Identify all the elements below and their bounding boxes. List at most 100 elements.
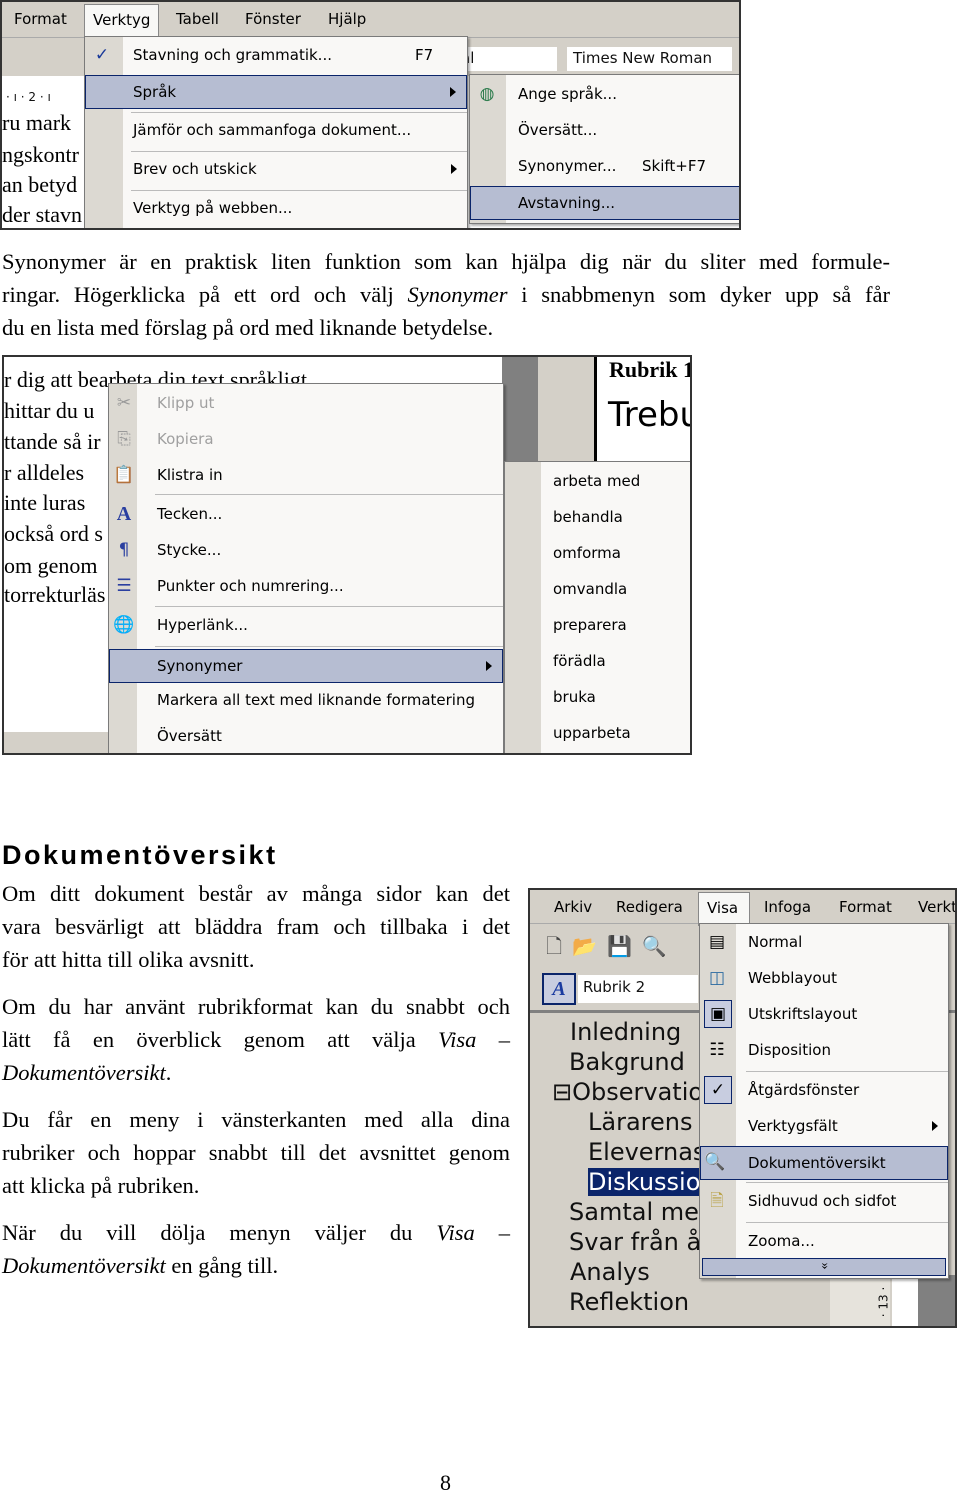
menu-item-disposition[interactable]: ☷ Disposition [700,1034,948,1068]
menu-item-webblayout[interactable]: ◫ Webblayout [700,962,948,996]
style-preview-heading: Rubrik 1 [609,357,692,382]
menu-item-markera[interactable]: Markera all text med liknande formaterin… [109,684,503,718]
style-box[interactable]: al [457,47,557,71]
menu-item-stavning[interactable]: ✓ Stavning och grammatik... F7 [85,39,467,73]
menu-item-brev[interactable]: Brev och utskick [85,153,467,187]
synonym-item[interactable]: omvandla [505,573,690,607]
outline-item[interactable]: Bakgrund [569,1048,685,1076]
menu-item-kopiera[interactable]: ⎘ Kopiera [109,423,503,457]
menu-item-dokumentoversikt[interactable]: 🔍 Dokumentöversikt [700,1146,948,1180]
scissors-icon: ✂ [116,393,132,413]
menu-visa[interactable]: Visa [698,892,750,926]
style-preview-font: Trebu [608,395,692,435]
outline-item[interactable]: ⊟Observation [552,1078,718,1106]
menu-item-synonymer[interactable]: Synonymer [109,649,503,683]
outline-item[interactable]: Analys [570,1258,650,1286]
menu-item-oversatt[interactable]: Översätt [109,720,503,753]
font-icon: A [116,503,132,525]
synonym-item[interactable]: upparbeta [505,717,690,751]
menu-item-normal[interactable]: ▤ Normal [700,926,948,960]
synonym-item[interactable]: arbeta med [505,465,690,499]
menu-item-verktyg-webben[interactable]: Verktyg på webben... [85,192,467,226]
outline-item[interactable]: Inledning [570,1018,681,1046]
print-layout-icon: ▣ [704,1000,732,1028]
menu-item-klistra-in[interactable]: 📋 Klistra in [109,459,503,493]
menu-redigera[interactable]: Redigera [616,898,683,916]
paste-icon: 📋 [113,465,135,485]
menu-format[interactable]: Format [14,10,67,28]
save-icon[interactable]: 💾 [607,936,642,958]
menu-item-tecken[interactable]: A Tecken... [109,498,503,532]
standard-toolbar: 🗋📂💾🔍 [546,932,677,966]
doc-text: der stavn [2,202,83,227]
menu-item-atgardsfonster[interactable]: ✓ Åtgärdsfönster [700,1074,948,1108]
hyperlink-globe-icon: 🌐 [113,615,135,635]
synonym-item[interactable]: bruka [505,681,690,715]
doc-text: torrekturläs [4,582,106,607]
outline-item[interactable]: Reflektion [569,1288,689,1316]
doc-text: också ord s [4,521,103,546]
expand-menu-button[interactable]: » [702,1258,946,1276]
menu-fonster[interactable]: Fönster [245,10,301,28]
tools-menu: ✓ Stavning och grammatik... F7 Språk Jämfö… [84,36,468,228]
menu-item-jamfor[interactable]: Jämför och sammanfoga dokument... [85,114,467,148]
web-layout-icon: ◫ [708,968,726,988]
font-box[interactable]: Times New Roman [567,47,732,71]
menu-verktyg[interactable]: Verktyg [84,4,160,38]
synonym-item[interactable]: omforma [505,537,690,571]
synonym-item[interactable]: preparera [505,609,690,643]
submenu-arrow-icon [451,164,457,174]
screenshot-view-menu: Arkiv Redigera Visa Infoga Format Verkt … [528,888,957,1328]
paragraph-rubrikformat: Om du har använt rubrikformat kan du sna… [2,994,510,1085]
menu-hjalp[interactable]: Hjälp [328,10,366,28]
outline-item[interactable]: Svar från åt [569,1228,711,1256]
menu-verktyg[interactable]: Verkt [918,898,955,916]
synonym-item[interactable]: förädla [505,645,690,679]
synonym-item[interactable]: behandla [505,501,690,535]
menu-item-verktygsfalt[interactable]: Verktygsfält [700,1110,948,1144]
print-preview-icon[interactable]: 🔍 [642,936,677,958]
menu-item-hyperlank[interactable]: 🌐 Hyperlänk... [109,609,503,643]
menu-arkiv[interactable]: Arkiv [554,898,592,916]
screenshot-tools-menu: Format Verktyg Tabell Fönster Hjälp al T… [0,0,741,230]
menu-item-zooma[interactable]: Zooma... [700,1225,948,1259]
menu-item-stycke[interactable]: ¶ Stycke... [109,534,503,568]
submenu-arrow-icon [486,661,492,671]
open-folder-icon[interactable]: 📂 [572,936,607,958]
doc-text: inte luras [4,490,86,515]
style-box[interactable]: Rubrik 2 [578,975,698,1003]
scrollbar[interactable] [502,357,538,462]
menu-item-synonymer[interactable]: Synonymer... Skift+F7 [470,150,739,184]
ruler: · ı · 2 · ı [6,90,51,104]
menu-item-utskriftslayout[interactable]: ▣ Utskriftslayout [700,998,948,1032]
doc-text: om genom [4,553,98,578]
submenu-arrow-icon [932,1121,938,1131]
normal-view-icon: ▤ [708,932,726,952]
outline-item[interactable]: Elevernas [588,1138,705,1166]
new-document-icon[interactable]: 🗋 [546,936,572,958]
menu-item-punkter[interactable]: ☰ Punkter och numrering... [109,570,503,604]
outline-item[interactable]: Lärarens i [588,1108,707,1136]
menu-format[interactable]: Format [839,898,892,916]
menu-item-ange-sprak[interactable]: ◍ Ange språk... [470,78,739,112]
paragraph-meny: Du får en meny i vänsterkanten med alla … [2,1107,510,1198]
doc-text: r alldeles [4,460,85,485]
paragraph-intro: Om ditt dokument består av många sidor k… [2,881,510,972]
chevron-down-icon: » [817,1262,832,1270]
menu-tabell[interactable]: Tabell [176,10,219,28]
paragraph-icon: ¶ [118,540,130,560]
screenshot-context-menu: r dig att bearbeta din text språkligt hi… [2,355,692,755]
header-footer-icon: 🗎 [710,1191,724,1211]
menu-item-sprak[interactable]: Språk [85,75,467,109]
doc-text: ru mark [2,110,72,135]
styles-icon[interactable]: A [542,973,576,1005]
paragraph-synonymer: Synonymer är en praktisk liten funktion … [2,249,890,340]
menu-item-sidhuvud[interactable]: 🗎 Sidhuvud och sidfot [700,1185,948,1219]
outline-view-icon: ☷ [709,1040,725,1060]
menu-item-avstavning[interactable]: Avstavning... [470,186,739,220]
menu-infoga[interactable]: Infoga [764,898,811,916]
outline-item[interactable]: Samtal med [569,1198,714,1226]
menu-item-oversatt[interactable]: Översätt... [470,114,739,148]
copy-icon: ⎘ [117,429,131,449]
menu-item-klipp-ut[interactable]: ✂ Klipp ut [109,387,503,421]
